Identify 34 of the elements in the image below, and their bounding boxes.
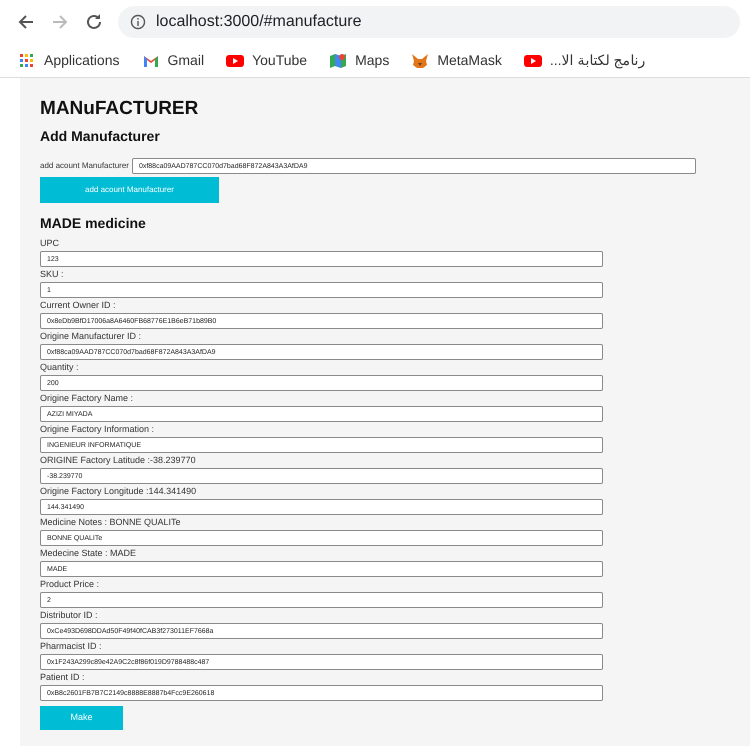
bookmark[interactable]: Gmail [142,50,204,71]
address-bar[interactable]: localhost:3000/#manufacture [118,6,740,38]
field-label: UPC [40,237,60,250]
field-label: Medecine State : MADE [40,547,138,560]
info-icon[interactable] [130,14,146,30]
map-icon [329,52,348,68]
field-label: Origine Manufacturer ID : [40,330,142,343]
field-label: Quantity : [40,361,80,374]
play-icon [226,52,244,68]
field-label: Origine Factory Information : [40,423,156,436]
bookmark[interactable]: YouTube [226,50,308,71]
section-heading: MADE medicine [40,214,147,233]
section-heading: Add Manufacturer [40,127,161,146]
bookmark[interactable]: رنامج لكتابة الا... [524,50,646,71]
play-icon [524,52,542,68]
field-label: Patient ID : [40,671,86,684]
page-title: MANuFACTURER [40,98,200,120]
bookmark[interactable]: MetaMask [411,50,502,71]
field-label: Medicine Notes : BONNE QUALITe [40,516,182,529]
bookmark[interactable]: Maps [329,50,390,71]
reload-icon[interactable] [84,12,104,32]
fox-icon [411,52,430,68]
field-label: Origine Factory Longitude :144.341490 [40,485,198,498]
field-label: Origine Factory Name : [40,392,134,405]
grid-icon [18,52,36,68]
field-label: ORIGINE Factory Latitude :-38.239770 [40,454,197,467]
field-label: Current Owner ID : [40,299,117,312]
field-label: Pharmacist ID : [40,640,103,653]
field-label: Product Price : [40,578,100,591]
url-text: localhost:3000/#manufacture [156,12,362,32]
field-label: SKU : [40,268,65,281]
field-label: add acount Manufacturer [40,160,129,172]
field-label: Distributor ID : [40,609,99,622]
bookmark[interactable]: Applications [18,50,120,71]
